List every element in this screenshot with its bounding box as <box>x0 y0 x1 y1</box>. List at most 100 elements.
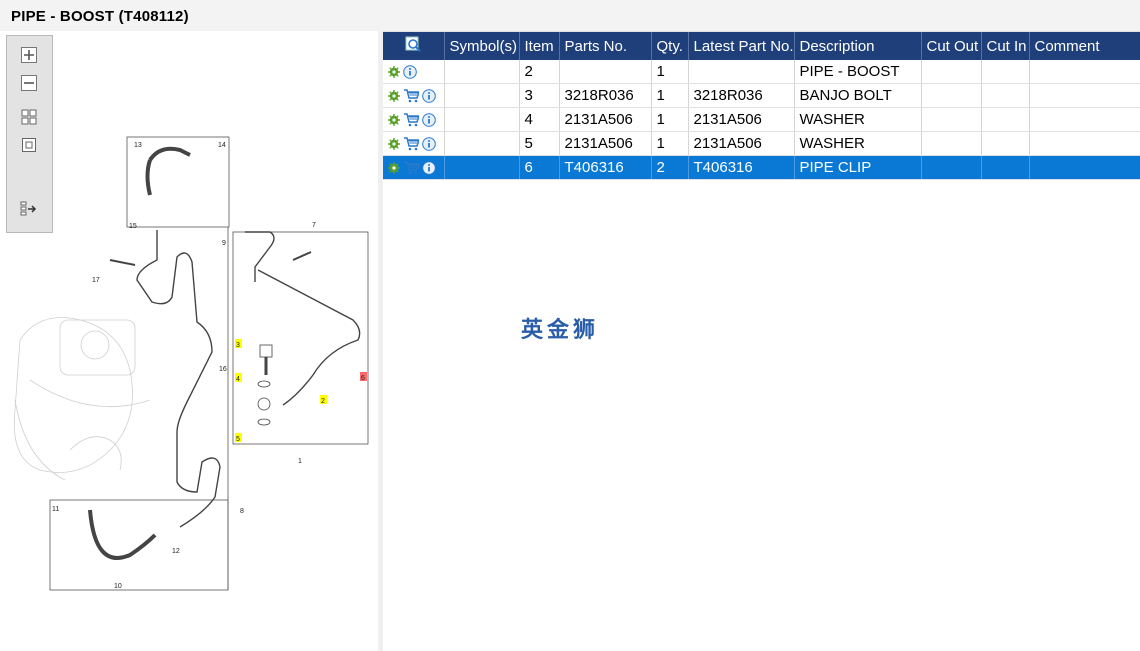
callout-1: 1 <box>298 458 302 465</box>
column-header-latest-part-no[interactable]: Latest Part No. <box>688 32 795 60</box>
cell-description: WASHER <box>794 131 922 156</box>
cell-latest-part-no: 2131A506 <box>688 131 795 156</box>
parts-grid: Symbol(s) Item Parts No. Qty. Latest Par… <box>383 32 1140 180</box>
cell-cut-in <box>981 60 1030 84</box>
table-row[interactable]: 6 T406316 2 T406316 PIPE CLIP <box>383 155 1140 180</box>
gear-icon[interactable] <box>388 89 400 102</box>
callout-16: 16 <box>219 366 227 373</box>
watermark: 英金狮 <box>521 318 600 343</box>
row-actions <box>383 107 445 132</box>
zoom-in-icon[interactable] <box>19 45 39 65</box>
cell-parts-no <box>559 60 652 84</box>
cart-icon[interactable] <box>403 112 419 127</box>
callout-3: 3 <box>236 342 240 349</box>
cell-cut-in <box>981 107 1030 132</box>
magnifier-icon[interactable] <box>405 36 421 52</box>
column-header-search[interactable] <box>383 32 445 60</box>
gear-icon[interactable] <box>388 113 400 126</box>
callout-13: 13 <box>134 142 142 149</box>
cell-qty: 1 <box>651 131 689 156</box>
cart-icon[interactable] <box>403 160 419 175</box>
cell-symbols <box>444 60 520 84</box>
zoom-out-icon[interactable] <box>19 73 39 93</box>
column-header-cut-in[interactable]: Cut In <box>981 32 1030 60</box>
cell-description: PIPE - BOOST <box>794 60 922 84</box>
cell-comment <box>1029 107 1140 132</box>
row-actions <box>383 83 445 108</box>
cell-latest-part-no: 3218R036 <box>688 83 795 108</box>
cell-item: 6 <box>519 155 560 180</box>
cell-item: 4 <box>519 107 560 132</box>
cell-symbols <box>444 131 520 156</box>
gear-icon[interactable] <box>388 161 400 174</box>
cell-symbols <box>444 155 520 180</box>
info-icon[interactable] <box>422 112 436 127</box>
cell-latest-part-no: T406316 <box>688 155 795 180</box>
callout-17: 17 <box>92 277 100 284</box>
gear-icon[interactable] <box>388 137 400 150</box>
cell-parts-no: 2131A506 <box>559 107 652 132</box>
cell-parts-no: 2131A506 <box>559 131 652 156</box>
cell-symbols <box>444 107 520 132</box>
cell-item: 5 <box>519 131 560 156</box>
cell-cut-out <box>921 131 982 156</box>
column-header-comment[interactable]: Comment <box>1029 32 1140 60</box>
row-actions <box>383 60 445 84</box>
callout-14: 14 <box>218 142 226 149</box>
table-row[interactable]: 4 2131A506 1 2131A506 WASHER <box>383 107 1140 132</box>
cell-cut-in <box>981 131 1030 156</box>
cell-cut-in <box>981 83 1030 108</box>
table-row[interactable]: 3 3218R036 1 3218R036 BANJO BOLT <box>383 83 1140 108</box>
column-header-parts-no[interactable]: Parts No. <box>559 32 652 60</box>
row-actions <box>383 131 445 156</box>
callout-7: 7 <box>312 222 316 229</box>
window-title: PIPE - BOOST (T408112) <box>11 8 189 25</box>
info-icon[interactable] <box>422 160 436 175</box>
cell-cut-out <box>921 83 982 108</box>
cell-qty: 1 <box>651 60 689 84</box>
cell-description: BANJO BOLT <box>794 83 922 108</box>
cart-icon[interactable] <box>403 136 419 151</box>
info-icon[interactable] <box>422 136 436 151</box>
cart-icon[interactable] <box>403 88 419 103</box>
column-header-qty[interactable]: Qty. <box>651 32 689 60</box>
callout-12: 12 <box>172 548 180 555</box>
callout-2: 2 <box>321 398 325 405</box>
parts-diagram[interactable]: 13 14 15 9 7 17 16 3 4 2 5 6 1 11 8 12 1… <box>10 120 375 600</box>
cell-description: PIPE CLIP <box>794 155 922 180</box>
cell-comment <box>1029 60 1140 84</box>
cell-cut-out <box>921 60 982 84</box>
callout-9: 9 <box>222 240 226 247</box>
cell-parts-no: T406316 <box>559 155 652 180</box>
column-header-symbols[interactable]: Symbol(s) <box>444 32 520 60</box>
cell-symbols <box>444 83 520 108</box>
cell-cut-out <box>921 107 982 132</box>
cell-latest-part-no: 2131A506 <box>688 107 795 132</box>
cell-qty: 1 <box>651 83 689 108</box>
callout-11: 11 <box>52 506 59 513</box>
cell-parts-no: 3218R036 <box>559 83 652 108</box>
cell-qty: 1 <box>651 107 689 132</box>
cell-item: 2 <box>519 60 560 84</box>
grid-header-row: Symbol(s) Item Parts No. Qty. Latest Par… <box>383 32 1140 60</box>
column-header-cut-out[interactable]: Cut Out <box>921 32 982 60</box>
gear-icon[interactable] <box>388 65 400 78</box>
title-bar: PIPE - BOOST (T408112) <box>0 0 1140 32</box>
cell-comment <box>1029 131 1140 156</box>
table-row[interactable]: 5 2131A506 1 2131A506 WASHER <box>383 131 1140 156</box>
cell-cut-in <box>981 155 1030 180</box>
column-header-item[interactable]: Item <box>519 32 560 60</box>
column-header-description[interactable]: Description <box>794 32 922 60</box>
cell-comment <box>1029 155 1140 180</box>
cell-description: WASHER <box>794 107 922 132</box>
info-icon[interactable] <box>422 88 436 103</box>
callout-15: 15 <box>129 223 137 230</box>
engine-outline <box>13 317 151 481</box>
cell-qty: 2 <box>651 155 689 180</box>
cell-cut-out <box>921 155 982 180</box>
inset-box-bottom <box>49 499 229 591</box>
info-icon[interactable] <box>403 64 417 79</box>
callout-10: 10 <box>114 583 122 590</box>
inset-box-right <box>232 231 369 445</box>
table-row[interactable]: 2 1 PIPE - BOOST <box>383 60 1140 84</box>
